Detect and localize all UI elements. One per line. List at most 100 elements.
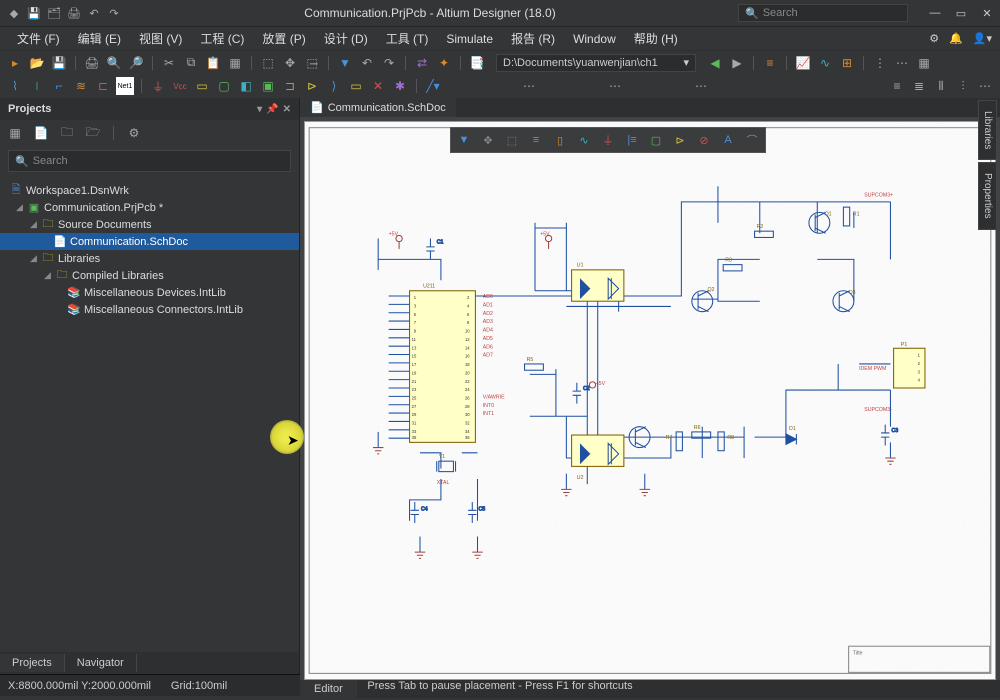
signal-harness-icon[interactable]: ≋ [72,77,90,95]
bus-icon[interactable]: ⧙ [28,77,46,95]
dist-h-icon[interactable]: ⫶ [954,77,972,95]
menu-file[interactable]: 文件 (F) [8,27,69,50]
print-icon[interactable]: 🖨 [66,5,82,21]
tree-schdoc[interactable]: 📄Communication.SchDoc [0,233,299,250]
tab-projects[interactable]: Projects [0,654,65,672]
filter-icon[interactable]: ▼ [336,54,354,72]
chart-icon[interactable]: 📈 [794,54,812,72]
offsheet-icon[interactable]: ⟩ [325,77,343,95]
editor-tab-schdoc[interactable]: 📄 Communication.SchDoc [300,98,456,117]
menu-edit[interactable]: 编辑 (E) [69,27,130,50]
copy-icon[interactable]: ⧉ [182,54,200,72]
menu-window[interactable]: Window [564,29,625,49]
tree-source-folder[interactable]: ◢🗀Source Documents [0,216,299,233]
line-icon[interactable]: ╱▾ [424,77,442,95]
text-icon[interactable]: A [719,131,737,149]
device-sheet-icon[interactable]: ▣ [259,77,277,95]
sim-icon[interactable]: ∿ [816,54,834,72]
minimize-icon[interactable]: — [928,7,942,20]
xref-icon[interactable]: ⊞ [838,54,856,72]
note-icon[interactable]: ✱ [391,77,409,95]
tree-lib2[interactable]: 📚Miscellaneous Connectors.IntLib [0,301,299,318]
new-icon[interactable]: ▸ [6,54,24,72]
global-search[interactable]: 🔍 Search [738,4,908,22]
select-icon[interactable]: ⬚ [503,131,521,149]
sheet-entry-icon[interactable]: ◧ [237,77,255,95]
undo-icon[interactable]: ↶ [86,5,102,21]
port-icon[interactable]: ⊳ [671,131,689,149]
move-icon[interactable]: ✥ [281,54,299,72]
compile-icon[interactable]: ▦ [6,124,24,142]
netlabel-icon[interactable]: Net1 [116,77,134,95]
editor-tab[interactable]: Editor [300,680,357,698]
settings-icon[interactable]: ⚙ [125,124,143,142]
sheet-symbol-icon[interactable]: ▢ [215,77,233,95]
grid-v-icon[interactable]: ⋮ [871,54,889,72]
maximize-icon[interactable]: ▭ [954,7,968,20]
redo-icon[interactable]: ↷ [106,5,122,21]
part-icon[interactable]: ▭ [193,77,211,95]
directive-icon[interactable]: ▭ [347,77,365,95]
panel-pin-icon[interactable]: 📌 [266,104,278,115]
undo-icon[interactable]: ↶ [358,54,376,72]
print-icon[interactable]: 🖨 [83,54,101,72]
port-icon[interactable]: ⊳ [303,77,321,95]
panel-close-icon[interactable]: ✕ [283,104,291,115]
menu-report[interactable]: 报告 (R) [502,27,564,50]
side-tab-properties[interactable]: Properties [978,162,997,230]
tree-project[interactable]: ◢▣Communication.PrjPcb * [0,199,299,216]
tree-compiled-folder[interactable]: ◢🗀Compiled Libraries [0,267,299,284]
tree-lib1[interactable]: 📚Miscellaneous Devices.IntLib [0,284,299,301]
netlabel-icon[interactable]: |≡ [623,131,641,149]
sheet-icon[interactable]: ▢ [647,131,665,149]
menu-design[interactable]: 设计 (D) [315,27,377,50]
grid-icon[interactable]: ▦ [915,54,933,72]
schematic-canvas[interactable]: U211 12 34 56 78 910 1112 1314 1516 1718… [304,121,996,680]
menu-simulate[interactable]: Simulate [437,29,502,49]
arc-icon[interactable]: ⌒ [743,131,761,149]
noerc-icon[interactable]: ⊘ [695,131,713,149]
zoom-icon[interactable]: 🔎 [127,54,145,72]
power-gnd-icon[interactable]: ⏚ [149,77,167,95]
bus-entry-icon[interactable]: ⌐ [50,77,68,95]
rubber-icon[interactable]: ▦ [226,54,244,72]
more3-icon[interactable]: ⋯ [692,77,710,95]
save-all-icon[interactable]: 🗂 [46,5,62,21]
align-center-icon[interactable]: ≣ [910,77,928,95]
save-icon[interactable]: 💾 [26,5,42,21]
close-icon[interactable]: ✕ [980,7,994,20]
paste-icon[interactable]: 📋 [204,54,222,72]
refresh-icon[interactable]: 🗀 [58,124,76,142]
preview-icon[interactable]: 🔍 [105,54,123,72]
cut-icon[interactable]: ✂ [160,54,178,72]
open-icon[interactable]: 📂 [28,54,46,72]
tree-workspace[interactable]: 🗎Workspace1.DsnWrk [0,182,299,199]
move-icon[interactable]: ✥ [479,131,497,149]
filter-icon[interactable]: ▼ [455,131,473,149]
align-icon[interactable]: ≡ [761,54,779,72]
panel-menu-icon[interactable]: ▾ [257,104,262,115]
tab-navigator[interactable]: Navigator [65,654,137,672]
menu-project[interactable]: 工程 (C) [191,27,253,50]
doc-icon[interactable]: 📄 [32,124,50,142]
align-icon[interactable]: ≡ [527,131,545,149]
nav-back-icon[interactable]: ◀ [706,54,724,72]
grid-h-icon[interactable]: ⋯ [893,54,911,72]
more2-icon[interactable]: ⋯ [606,77,624,95]
harness-def-icon[interactable]: ⊐ [281,77,299,95]
path-field[interactable]: D:\Documents\yuanwenjian\ch1▾ [496,54,696,72]
wire-icon[interactable]: ⌇ [6,77,24,95]
no-erc-icon[interactable]: ✕ [369,77,387,95]
menu-help[interactable]: 帮助 (H) [625,27,687,50]
menu-place[interactable]: 放置 (P) [253,27,314,50]
browse-icon[interactable]: 📑 [468,54,486,72]
bell-icon[interactable]: 🔔 [949,32,963,45]
dist-v-icon[interactable]: ⋯ [976,77,994,95]
side-tab-libraries[interactable]: Libraries [978,100,997,160]
nav-fwd-icon[interactable]: ▶ [728,54,746,72]
cross-probe-icon[interactable]: ⇄ [413,54,431,72]
align-left-icon[interactable]: ≡ [888,77,906,95]
highlight-icon[interactable]: ✦ [435,54,453,72]
deselect-icon[interactable]: ⬚̶ [303,54,321,72]
folder-icon[interactable]: 🗁 [84,124,102,142]
